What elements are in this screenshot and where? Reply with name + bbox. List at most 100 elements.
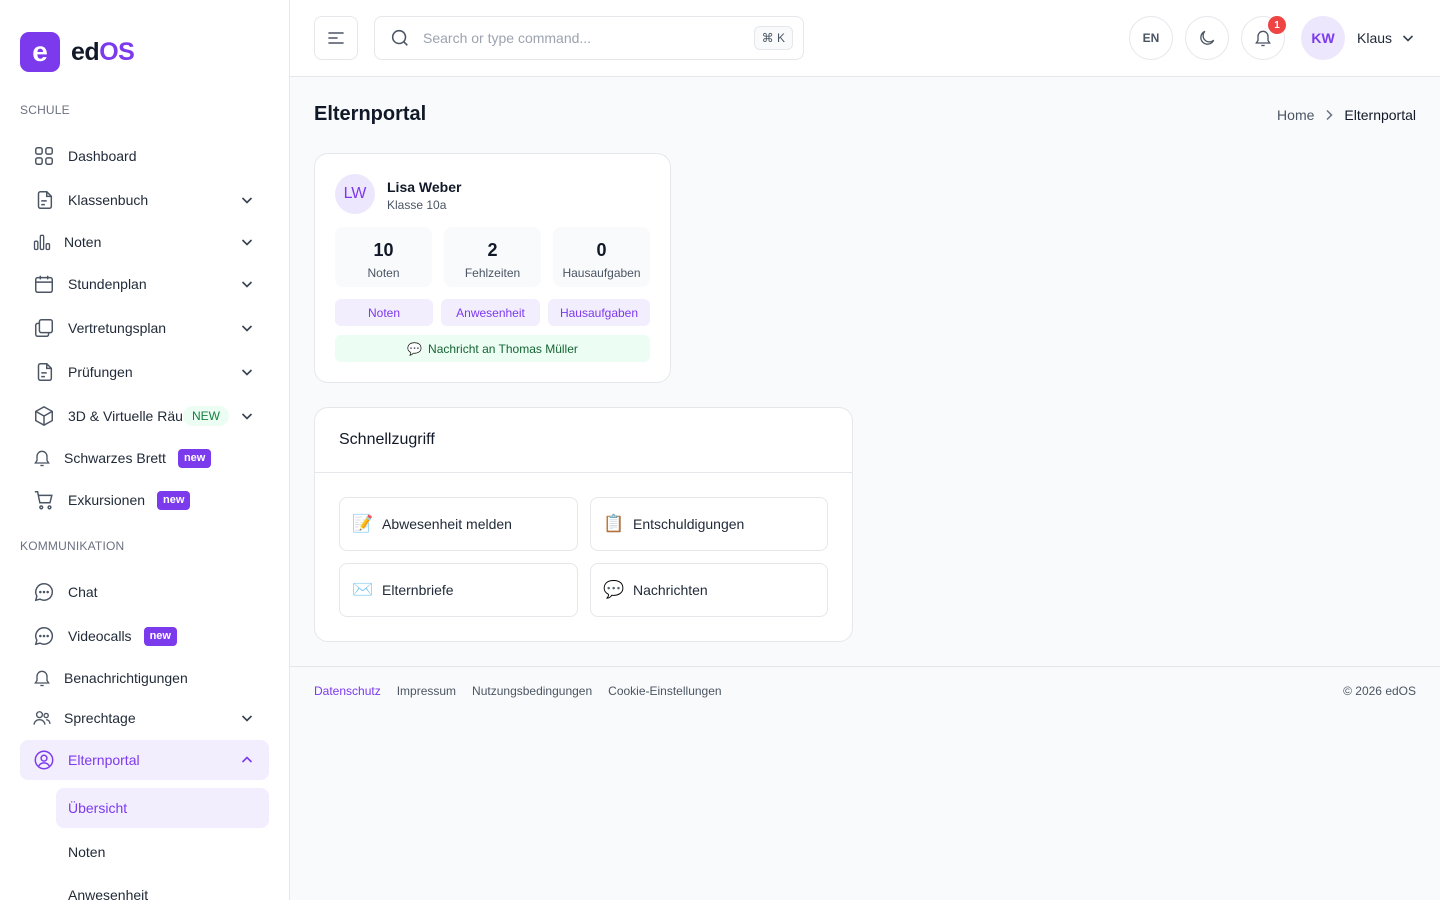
theme-toggle-button[interactable] [1185, 16, 1229, 60]
cookie-settings-link[interactable]: Cookie-Einstellungen [608, 684, 721, 698]
sidebar-toggle-button[interactable] [314, 16, 358, 60]
chevron-up-icon [239, 752, 255, 768]
chevron-right-icon [1321, 107, 1337, 123]
student-class: Klasse 10a [387, 198, 447, 212]
stat-label: Hausaufgaben [562, 266, 641, 280]
speech-bubble-icon: 💬 [603, 580, 625, 599]
stat-value: 0 [596, 240, 607, 260]
sidebar-item-sprechtage[interactable]: Sprechtage [20, 698, 269, 738]
sidebar-subitem-noten[interactable]: Noten [56, 832, 269, 872]
quick-access-label: Nachrichten [633, 582, 708, 598]
chevron-down-icon [239, 364, 255, 380]
page-title: Elternportal [314, 103, 427, 125]
search-bar[interactable]: ⌘ K [374, 16, 804, 60]
sidebar-item-label: Sprechtage [64, 710, 136, 726]
user-menu[interactable]: KW Klaus [1301, 16, 1416, 60]
noten-button[interactable]: Noten [335, 299, 433, 326]
breadcrumb-home-link[interactable]: Home [1277, 107, 1314, 123]
search-icon [389, 27, 411, 49]
search-input[interactable] [423, 30, 743, 46]
avatar: KW [1301, 16, 1345, 60]
message-teacher-button[interactable]: 💬 Nachricht an Thomas Müller [335, 335, 650, 362]
sidebar-item-3d-virtuelle-raeume[interactable]: 3D & Virtuelle Räume NEW [20, 396, 269, 436]
sidebar-item-label: Dashboard [68, 148, 137, 164]
sidebar-item-label: Vertretungsplan [68, 320, 167, 336]
new-badge: NEW [183, 406, 229, 426]
quick-access-label: Abwesenheit melden [382, 516, 512, 532]
sidebar-item-label: Noten [64, 234, 102, 250]
chevron-down-icon [239, 192, 255, 208]
chevron-down-icon [239, 276, 255, 292]
sidebar-subitem-label: Übersicht [68, 800, 128, 816]
logo[interactable]: e edOS [20, 32, 135, 72]
clipboard-icon: 📋 [603, 514, 625, 533]
sidebar-item-elternportal[interactable]: Elternportal [20, 740, 269, 780]
sidebar-subitem-label: Anwesenheit [68, 887, 149, 900]
chevron-down-icon [239, 234, 255, 250]
bell-icon [32, 446, 52, 470]
top-header: ⌘ K EN 1 KW Klaus [290, 0, 1440, 77]
section-title-communication: KOMMUNIKATION [20, 539, 125, 553]
sidebar-item-label: Klassenbuch [68, 192, 149, 208]
excuses-button[interactable]: 📋 Entschuldigungen [590, 497, 828, 551]
sidebar-item-noten[interactable]: Noten [20, 222, 269, 262]
memo-icon: 📝 [352, 514, 374, 533]
imprint-link[interactable]: Impressum [397, 684, 456, 698]
bell-icon [32, 666, 52, 690]
moon-icon [1197, 28, 1217, 48]
sidebar-subitem-anwesenheit[interactable]: Anwesenheit [56, 875, 269, 900]
sidebar-item-schwarzes-brett[interactable]: Schwarzes Brett new [20, 438, 269, 478]
sidebar-item-benachrichtigungen[interactable]: Benachrichtigungen [20, 658, 269, 698]
document-icon [32, 360, 56, 384]
cart-icon [32, 488, 56, 512]
stat-value: 2 [487, 240, 498, 260]
sidebar: e edOS SCHULE Dashboard Klassenbuch Note… [0, 0, 290, 900]
language-button[interactable]: EN [1129, 16, 1173, 60]
sidebar-item-label: Prüfungen [68, 364, 133, 380]
quick-access-title: Schnellzugriff [339, 431, 435, 448]
sidebar-item-dashboard[interactable]: Dashboard [20, 136, 269, 176]
divider [315, 472, 852, 473]
stat-label: Noten [367, 266, 400, 280]
sidebar-item-videocalls[interactable]: Videocalls new [20, 616, 269, 656]
document-icon [32, 188, 56, 212]
stat-label: Fehlzeiten [464, 266, 521, 280]
new-badge: new [143, 626, 177, 646]
terms-link[interactable]: Nutzungsbedingungen [472, 684, 592, 698]
chat-icon [32, 624, 56, 648]
sidebar-subitem-uebersicht[interactable]: Übersicht [56, 788, 269, 828]
notifications-button[interactable]: 1 [1241, 16, 1286, 60]
stat-noten: 10 Noten [335, 227, 432, 287]
sidebar-item-label: Elternportal [68, 752, 140, 768]
anwesenheit-button[interactable]: Anwesenheit [441, 299, 540, 326]
quick-access-label: Elternbriefe [382, 582, 454, 598]
cube-icon [32, 404, 56, 428]
messages-button[interactable]: 💬 Nachrichten [590, 563, 828, 617]
menu-icon [327, 29, 345, 47]
sidebar-item-stundenplan[interactable]: Stundenplan [20, 264, 269, 304]
user-name: Klaus [1357, 30, 1393, 46]
bar-chart-icon [32, 230, 52, 254]
new-badge: new [157, 490, 191, 510]
hausaufgaben-button[interactable]: Hausaufgaben [548, 299, 650, 326]
sidebar-item-label: 3D & Virtuelle Räume [68, 408, 183, 424]
chevron-down-icon [1400, 30, 1416, 46]
stat-hausaufgaben: 0 Hausaufgaben [553, 227, 650, 287]
new-badge: new [177, 448, 212, 468]
stat-fehlzeiten: 2 Fehlzeiten [444, 227, 541, 287]
sidebar-item-pruefungen[interactable]: Prüfungen [20, 352, 269, 392]
sidebar-item-exkursionen[interactable]: Exkursionen new [20, 480, 269, 520]
logo-mark: e [20, 32, 60, 72]
sidebar-item-vertretungsplan[interactable]: Vertretungsplan [20, 308, 269, 348]
breadcrumb-current: Elternportal [1344, 107, 1416, 123]
footer-divider [290, 666, 1440, 667]
sidebar-item-label: Benachrichtigungen [64, 670, 188, 686]
chevron-down-icon [239, 710, 255, 726]
report-absence-button[interactable]: 📝 Abwesenheit melden [339, 497, 578, 551]
privacy-link[interactable]: Datenschutz [314, 684, 381, 698]
sidebar-item-label: Chat [68, 584, 98, 600]
sidebar-item-chat[interactable]: Chat [20, 572, 269, 612]
sidebar-item-label: Stundenplan [68, 276, 147, 292]
sidebar-item-klassenbuch[interactable]: Klassenbuch [20, 180, 269, 220]
parent-letters-button[interactable]: ✉️ Elternbriefe [339, 563, 578, 617]
